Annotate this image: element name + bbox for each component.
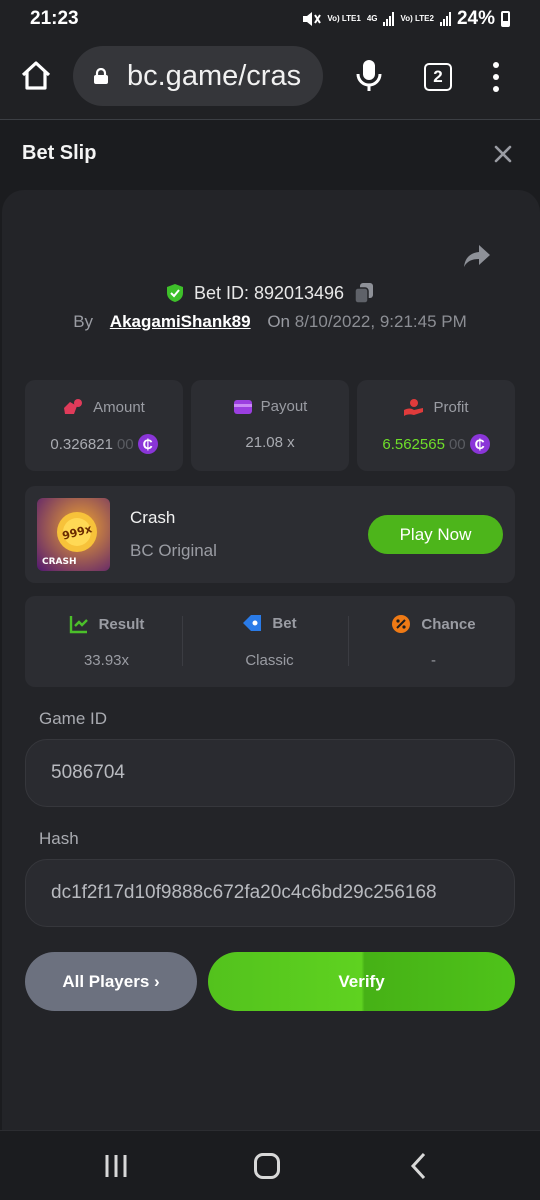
bet-type-value: Classic [245,652,294,669]
network-lte1: Vo) LTE1 [327,14,361,23]
bet-details-card: Result 33.93x Bet Classic Chance - [25,596,515,687]
divider [348,616,349,666]
bet-type-column: Bet Classic [188,596,351,687]
profit-label: Profit [433,398,469,416]
chart-icon [69,616,88,634]
game-id-field[interactable]: 5086704 [25,739,515,807]
amount-label: Amount [93,398,145,416]
close-icon[interactable] [493,144,513,164]
game-name: Crash [130,508,176,527]
address-bar[interactable]: bc.game/cras [73,46,323,106]
username-link[interactable]: AkagamiShank89 [110,312,251,331]
chance-label: Chance [421,615,476,633]
system-nav-bar [0,1130,540,1200]
verify-button[interactable]: Verify [208,952,515,1011]
more-menu-icon[interactable] [493,62,501,94]
profit-value-trailing: 00 [448,435,466,453]
game-id-label: Game ID [39,709,108,728]
by-label: By [73,312,94,331]
wallet-icon [233,399,252,414]
network-lte2: Vo) LTE2 [400,14,434,23]
copy-icon[interactable] [354,282,374,304]
url-text: bc.game/cras [127,60,302,92]
bet-id: Bet ID: 892013496 [193,282,345,303]
play-now-button[interactable]: Play Now [368,515,503,554]
share-icon[interactable] [463,243,491,269]
network-4g: 4G [366,14,378,23]
percent-icon [392,615,411,633]
payout-label: Payout [260,398,308,415]
microphone-icon[interactable] [355,58,383,94]
profit-card: Profit 6.562565 00 ₵ [357,380,515,471]
bet-author-row: By AkagamiShank89 On 8/10/2022, 9:21:45 … [0,312,540,332]
status-bar: 21:23 Vo) LTE1 4G Vo) LTE2 24% [0,0,540,38]
browser-toolbar: bc.game/cras 2 [0,38,540,120]
divider [182,616,183,666]
result-column: Result 33.93x [25,596,188,687]
back-icon[interactable] [408,1151,428,1181]
home-nav-icon[interactable] [254,1153,280,1179]
lock-icon [94,68,108,84]
bet-datetime: 8/10/2022, 9:21:45 PM [294,312,467,331]
game-provider: BC Original [130,541,217,560]
amount-value: 0.326821 [50,435,113,453]
payout-value: 21.08 x [245,434,295,451]
result-label: Result [98,615,145,633]
payout-card: Payout 21.08 x [191,380,349,471]
hash-field[interactable]: dc1f2f17d10f9888c672fa20c4c6bd29c256168 [25,859,515,927]
bet-label: Bet [272,614,297,632]
result-value: 33.93x [83,652,130,669]
battery-icon [501,11,510,27]
thumb-caption: CRASH [42,557,77,567]
crash-game-thumbnail[interactable]: 999x CRASH [37,498,110,571]
currency-coin-icon: ₵ [469,434,490,454]
recent-apps-icon[interactable] [104,1153,128,1179]
amount-card: Amount 0.326821 00 ₵ [25,380,183,471]
mute-icon [303,12,322,26]
battery-percent: 24% [456,8,495,29]
game-card: 999x CRASH Crash BC Original Play Now [25,486,515,583]
amount-icon [64,399,83,414]
page-title: Bet Slip [22,142,97,164]
tab-switcher-button[interactable]: 2 [424,63,452,91]
currency-coin-icon: ₵ [137,434,158,454]
chance-value: - [431,652,436,669]
all-players-button[interactable]: All Players › [25,952,197,1011]
profit-value: 6.562565 [382,435,445,453]
signal-icon [439,12,451,26]
shield-check-icon [166,284,183,302]
home-icon[interactable] [18,58,54,94]
profit-icon [404,399,424,416]
chance-column: Chance - [352,596,515,687]
on-label: On [267,312,291,331]
hash-label: Hash [39,829,79,848]
tag-icon [243,615,262,631]
status-time: 21:23 [30,8,79,29]
status-icons: Vo) LTE1 4G Vo) LTE2 24% [301,8,510,30]
signal-icon [383,12,395,26]
amount-value-trailing: 00 [116,435,134,453]
bet-id-row: Bet ID: 892013496 [0,280,540,306]
